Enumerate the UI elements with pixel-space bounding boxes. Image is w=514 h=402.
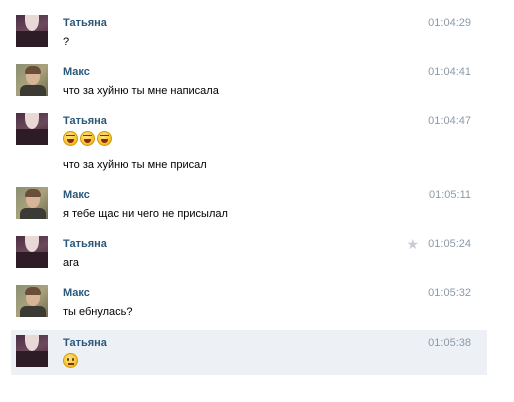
laughing-emoji-icon	[80, 131, 95, 146]
message-timestamp[interactable]: 01:04:41	[428, 66, 471, 78]
message-timestamp[interactable]: 01:05:38	[428, 337, 471, 349]
message-text: что за хуйню ты мне присал	[63, 159, 207, 171]
avatar[interactable]	[16, 187, 48, 219]
message-timestamp[interactable]: 01:04:47	[428, 115, 471, 127]
laughing-emoji-icon	[63, 131, 78, 146]
author-name[interactable]: Макс	[63, 189, 90, 201]
message-timestamp[interactable]: 01:05:32	[428, 287, 471, 299]
message-timestamp[interactable]: 01:04:29	[428, 17, 471, 29]
author-name[interactable]: Татьяна	[63, 337, 107, 349]
author-name[interactable]: Татьяна	[63, 238, 107, 250]
message-item: Макс 01:04:41 что за хуйню ты мне написа…	[11, 64, 487, 98]
message-item: Макс 01:05:32 ты ебнулась?	[11, 285, 487, 319]
author-name[interactable]: Макс	[63, 66, 90, 78]
message-timestamp[interactable]: 01:05:11	[429, 189, 471, 201]
author-name[interactable]: Макс	[63, 287, 90, 299]
message-emojis	[63, 131, 114, 146]
message-text: ты ебнулась?	[63, 306, 133, 318]
message-text: я тебе щас ни чего не присылал	[63, 208, 228, 220]
neutral-face-emoji-icon	[63, 353, 78, 368]
message-item: Татьяна 01:04:29 ?	[11, 15, 487, 49]
star-icon[interactable]: ★	[406, 236, 419, 253]
message-timestamp[interactable]: 01:05:24	[428, 238, 471, 250]
message-text: ?	[63, 36, 70, 48]
avatar[interactable]	[16, 113, 48, 145]
message-item-highlighted: Татьяна 01:05:38	[11, 330, 487, 375]
message-item: Макс 01:05:11 я тебе щас ни чего не прис…	[11, 187, 487, 221]
avatar[interactable]	[16, 335, 48, 367]
author-name[interactable]: Татьяна	[63, 17, 107, 29]
message-item: Татьяна ★ 01:05:24 ага	[11, 236, 487, 270]
message-item: Татьяна 01:04:47 что за хуйню ты мне при…	[11, 113, 487, 175]
message-text: что за хуйню ты мне написала	[63, 85, 219, 97]
avatar[interactable]	[16, 236, 48, 268]
message-emojis	[63, 353, 80, 368]
author-name[interactable]: Татьяна	[63, 115, 107, 127]
message-text: ага	[63, 257, 80, 269]
avatar[interactable]	[16, 285, 48, 317]
laughing-emoji-icon	[97, 131, 112, 146]
avatar[interactable]	[16, 15, 48, 47]
avatar[interactable]	[16, 64, 48, 96]
